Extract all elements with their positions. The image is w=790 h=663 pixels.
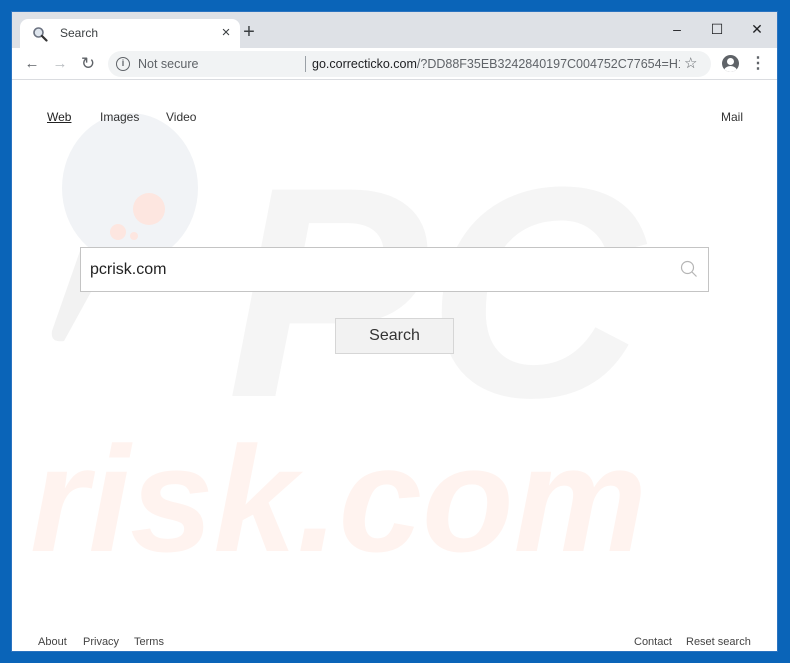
forward-button[interactable]: →: [48, 52, 72, 76]
address-bar[interactable]: i Not secure go.correcticko.com/?DD88F35…: [108, 51, 711, 77]
search-input[interactable]: [81, 248, 661, 291]
search-box: [80, 247, 709, 292]
watermark-dot: [130, 232, 138, 240]
close-window-button[interactable]: ✕: [737, 16, 777, 42]
new-tab-button[interactable]: +: [238, 21, 260, 43]
search-button[interactable]: Search: [335, 318, 454, 354]
reload-button[interactable]: ↻: [76, 52, 100, 76]
search-icon[interactable]: [680, 260, 698, 278]
bookmark-star-icon[interactable]: ☆: [684, 54, 697, 72]
page-content: PC risk.com Web Images Video Mail Search…: [12, 81, 777, 651]
footer-about[interactable]: About: [38, 636, 67, 648]
watermark-risk: risk.com: [30, 415, 647, 583]
nav-web[interactable]: Web: [47, 110, 71, 124]
info-icon[interactable]: i: [116, 57, 130, 71]
url-path: /?DD88F35EB3242840197C004752C77654=H1xAX…: [416, 57, 680, 71]
nav-images[interactable]: Images: [100, 110, 139, 124]
security-status[interactable]: Not secure: [138, 57, 198, 71]
watermark-magnifier: [62, 113, 198, 263]
kebab-menu-icon[interactable]: ⋮: [750, 54, 766, 74]
tab-title: Search: [60, 26, 99, 40]
magnifier-icon: [33, 27, 48, 42]
maximize-button[interactable]: ☐: [697, 16, 737, 42]
tab-strip: Search × + – ☐ ✕: [12, 12, 777, 48]
url-text[interactable]: go.correcticko.com/?DD88F35EB3242840197C…: [312, 57, 680, 71]
minimize-button[interactable]: –: [657, 16, 697, 42]
watermark-pc: PC: [227, 124, 647, 460]
footer-privacy[interactable]: Privacy: [83, 636, 119, 648]
watermark-dot: [133, 193, 165, 225]
profile-avatar-icon[interactable]: [722, 55, 739, 72]
browser-window: Search × + – ☐ ✕ ← → ↻ i Not secure go.c…: [12, 12, 777, 651]
url-host: go.correcticko.com: [312, 57, 417, 71]
close-tab-icon[interactable]: ×: [216, 23, 236, 43]
omnibox-divider: [305, 56, 306, 72]
browser-toolbar: ← → ↻ i Not secure go.correcticko.com/?D…: [12, 48, 777, 80]
nav-video[interactable]: Video: [166, 110, 196, 124]
footer-reset-search[interactable]: Reset search: [686, 636, 751, 648]
footer-terms[interactable]: Terms: [134, 636, 164, 648]
nav-mail[interactable]: Mail: [721, 110, 743, 124]
pcrisk-watermark: PC risk.com: [30, 113, 647, 583]
tab-search[interactable]: Search ×: [20, 19, 240, 48]
watermark-dot: [110, 224, 126, 240]
footer-contact[interactable]: Contact: [634, 636, 672, 648]
back-button[interactable]: ←: [20, 52, 44, 76]
